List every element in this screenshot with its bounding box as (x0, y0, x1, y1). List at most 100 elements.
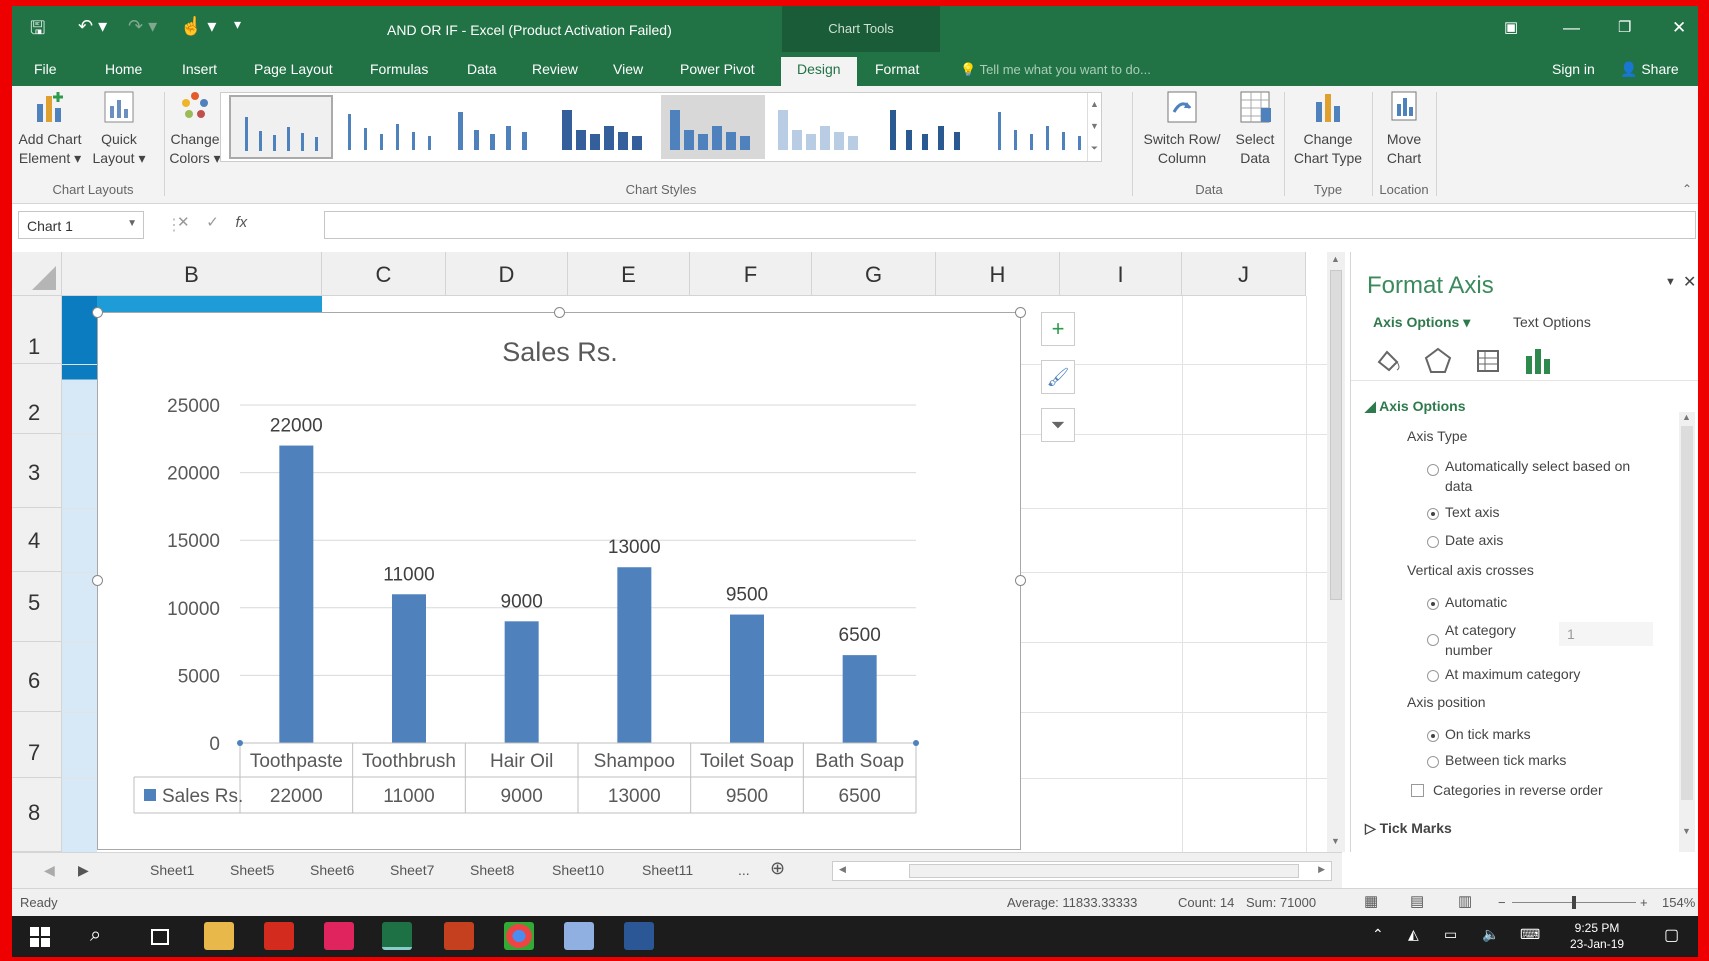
reverse-order-checkbox[interactable] (1411, 784, 1424, 797)
resize-handle[interactable] (92, 575, 103, 586)
radio-between-tick-marks[interactable] (1427, 756, 1439, 768)
notifications-icon[interactable]: ▢ (1664, 925, 1679, 945)
file-explorer-icon[interactable] (204, 922, 234, 950)
cancel-icon[interactable]: ✕ (177, 214, 190, 231)
pane-scrollbar[interactable]: ▲ ▼ (1679, 412, 1695, 852)
normal-view-icon[interactable]: ▦ (1364, 892, 1378, 910)
tab-view[interactable]: View (613, 61, 643, 77)
select-data-button[interactable]: Select Data (1230, 90, 1280, 168)
tab-home[interactable]: Home (105, 61, 142, 77)
column-header[interactable]: I (1060, 252, 1182, 296)
acrobat-icon[interactable] (264, 922, 294, 950)
scroll-thumb[interactable] (1330, 270, 1342, 600)
more-sheets[interactable]: ... (738, 862, 750, 878)
customize-qat-icon[interactable]: ▾ (234, 16, 241, 33)
page-break-view-icon[interactable]: ▥ (1458, 892, 1472, 910)
column-header[interactable]: H (936, 252, 1060, 296)
section-tick-marks[interactable]: ▷ Tick Marks (1365, 820, 1452, 837)
undo-icon[interactable]: ↶ ▾ (78, 16, 107, 37)
vertical-scrollbar[interactable]: ▲ ▼ (1327, 252, 1345, 852)
row-header[interactable]: 1 (12, 296, 62, 364)
next-sheet-icon[interactable]: ▶ (78, 862, 89, 879)
network-icon[interactable]: ◭ (1408, 926, 1419, 943)
close-pane-icon[interactable]: ✕ (1683, 272, 1696, 292)
tab-page-layout[interactable]: Page Layout (254, 61, 333, 77)
row-header[interactable]: 5 (12, 572, 62, 642)
radio-crosses-category[interactable] (1427, 634, 1439, 646)
radio-text-axis[interactable] (1427, 508, 1439, 520)
tab-review[interactable]: Review (532, 61, 578, 77)
row-header[interactable]: 3 (12, 434, 62, 508)
row-header[interactable]: 8 (12, 778, 62, 852)
touch-mode-icon[interactable]: ☝ ▾ (180, 16, 216, 37)
column-header[interactable]: B (62, 252, 322, 296)
page-layout-view-icon[interactable]: ▤ (1410, 892, 1424, 910)
chart-style-thumb[interactable] (877, 95, 981, 159)
chart-style-thumb[interactable] (661, 95, 765, 159)
tab-data[interactable]: Data (467, 61, 497, 77)
row-header[interactable]: 2 (12, 364, 62, 434)
column-header[interactable]: J (1182, 252, 1306, 296)
tab-power-pivot[interactable]: Power Pivot (680, 61, 755, 77)
enter-icon[interactable]: ✓ (206, 214, 219, 231)
row-header[interactable]: 4 (12, 508, 62, 572)
resize-handle[interactable] (1015, 307, 1026, 318)
move-chart-button[interactable]: Move Chart (1376, 90, 1432, 168)
battery-icon[interactable]: ▭ (1444, 926, 1457, 943)
app-icon[interactable] (324, 922, 354, 950)
gallery-scroll[interactable]: ▲ ▼ ⏷ (1087, 93, 1101, 161)
resize-handle[interactable] (1015, 575, 1026, 586)
share-button[interactable]: 👤 Share (1620, 61, 1679, 78)
windows-start-icon[interactable] (30, 927, 50, 947)
sheet-tab[interactable]: Sheet10 (552, 862, 604, 878)
scroll-down-icon[interactable]: ▼ (1682, 826, 1691, 836)
system-clock[interactable]: 9:25 PM 23-Jan-19 (1570, 920, 1624, 952)
tab-format[interactable]: Format (875, 61, 919, 77)
keyboard-icon[interactable]: ⌨ (1520, 926, 1540, 943)
redo-icon[interactable]: ↷ ▾ (128, 16, 157, 37)
tray-chevron-icon[interactable]: ⌃ (1372, 926, 1384, 943)
radio-auto-axis[interactable] (1427, 464, 1439, 476)
tab-axis-options[interactable]: Axis Options ▾ (1373, 314, 1470, 331)
sign-in-link[interactable]: Sign in (1552, 61, 1595, 77)
sheet-tab[interactable]: Sheet1 (150, 862, 194, 878)
column-header[interactable]: D (446, 252, 568, 296)
tab-design[interactable]: Design (781, 57, 857, 86)
scroll-thumb[interactable] (909, 864, 1299, 878)
tab-formulas[interactable]: Formulas (370, 61, 428, 77)
chart-style-thumb[interactable] (229, 95, 333, 159)
change-chart-type-button[interactable]: Change Chart Type (1286, 90, 1370, 168)
tell-me-search[interactable]: 💡 Tell me what you want to do... (960, 62, 1151, 78)
close-button[interactable]: ✕ (1672, 18, 1686, 38)
tab-insert[interactable]: Insert (182, 61, 217, 77)
chart-styles-gallery[interactable]: ▲ ▼ ⏷ (220, 92, 1102, 162)
axis-options-icon[interactable] (1523, 346, 1553, 376)
radio-on-tick-marks[interactable] (1427, 730, 1439, 742)
sheet-tab[interactable]: Sheet6 (310, 862, 354, 878)
scroll-thumb[interactable] (1681, 426, 1693, 800)
excel-icon[interactable] (382, 922, 412, 950)
tab-text-options[interactable]: Text Options (1513, 314, 1591, 330)
scroll-left-icon[interactable]: ◀ (839, 864, 846, 875)
chart-style-thumb[interactable] (553, 95, 657, 159)
chart-styles-button[interactable]: 🖌 (1041, 360, 1075, 394)
name-box[interactable]: Chart 1 ▼ (18, 211, 144, 239)
chevron-down-icon[interactable]: ▼ (127, 218, 137, 229)
radio-crosses-automatic[interactable] (1427, 598, 1439, 610)
change-colors-button[interactable]: Change Colors ▾ (168, 90, 222, 168)
chart-elements-button[interactable]: + (1041, 312, 1075, 346)
chart-style-thumb[interactable] (985, 95, 1089, 159)
effects-icon[interactable] (1423, 346, 1453, 376)
minimize-button[interactable]: — (1563, 18, 1580, 38)
save-icon[interactable]: 🖫 (30, 16, 45, 46)
restore-button[interactable]: ❐ (1618, 18, 1631, 36)
select-all-corner[interactable] (12, 252, 62, 296)
notepad-icon[interactable] (564, 922, 594, 950)
chart-object[interactable]: Sales Rs. 0 5000 10000 15000 20000 25000 22000 1… (97, 312, 1021, 850)
scroll-right-icon[interactable]: ▶ (1318, 864, 1325, 875)
radio-crosses-max[interactable] (1427, 670, 1439, 682)
volume-icon[interactable]: 🔈 (1482, 926, 1499, 943)
resize-handle[interactable] (92, 307, 103, 318)
zoom-out-icon[interactable]: − (1498, 895, 1506, 910)
column-header[interactable]: E (568, 252, 690, 296)
